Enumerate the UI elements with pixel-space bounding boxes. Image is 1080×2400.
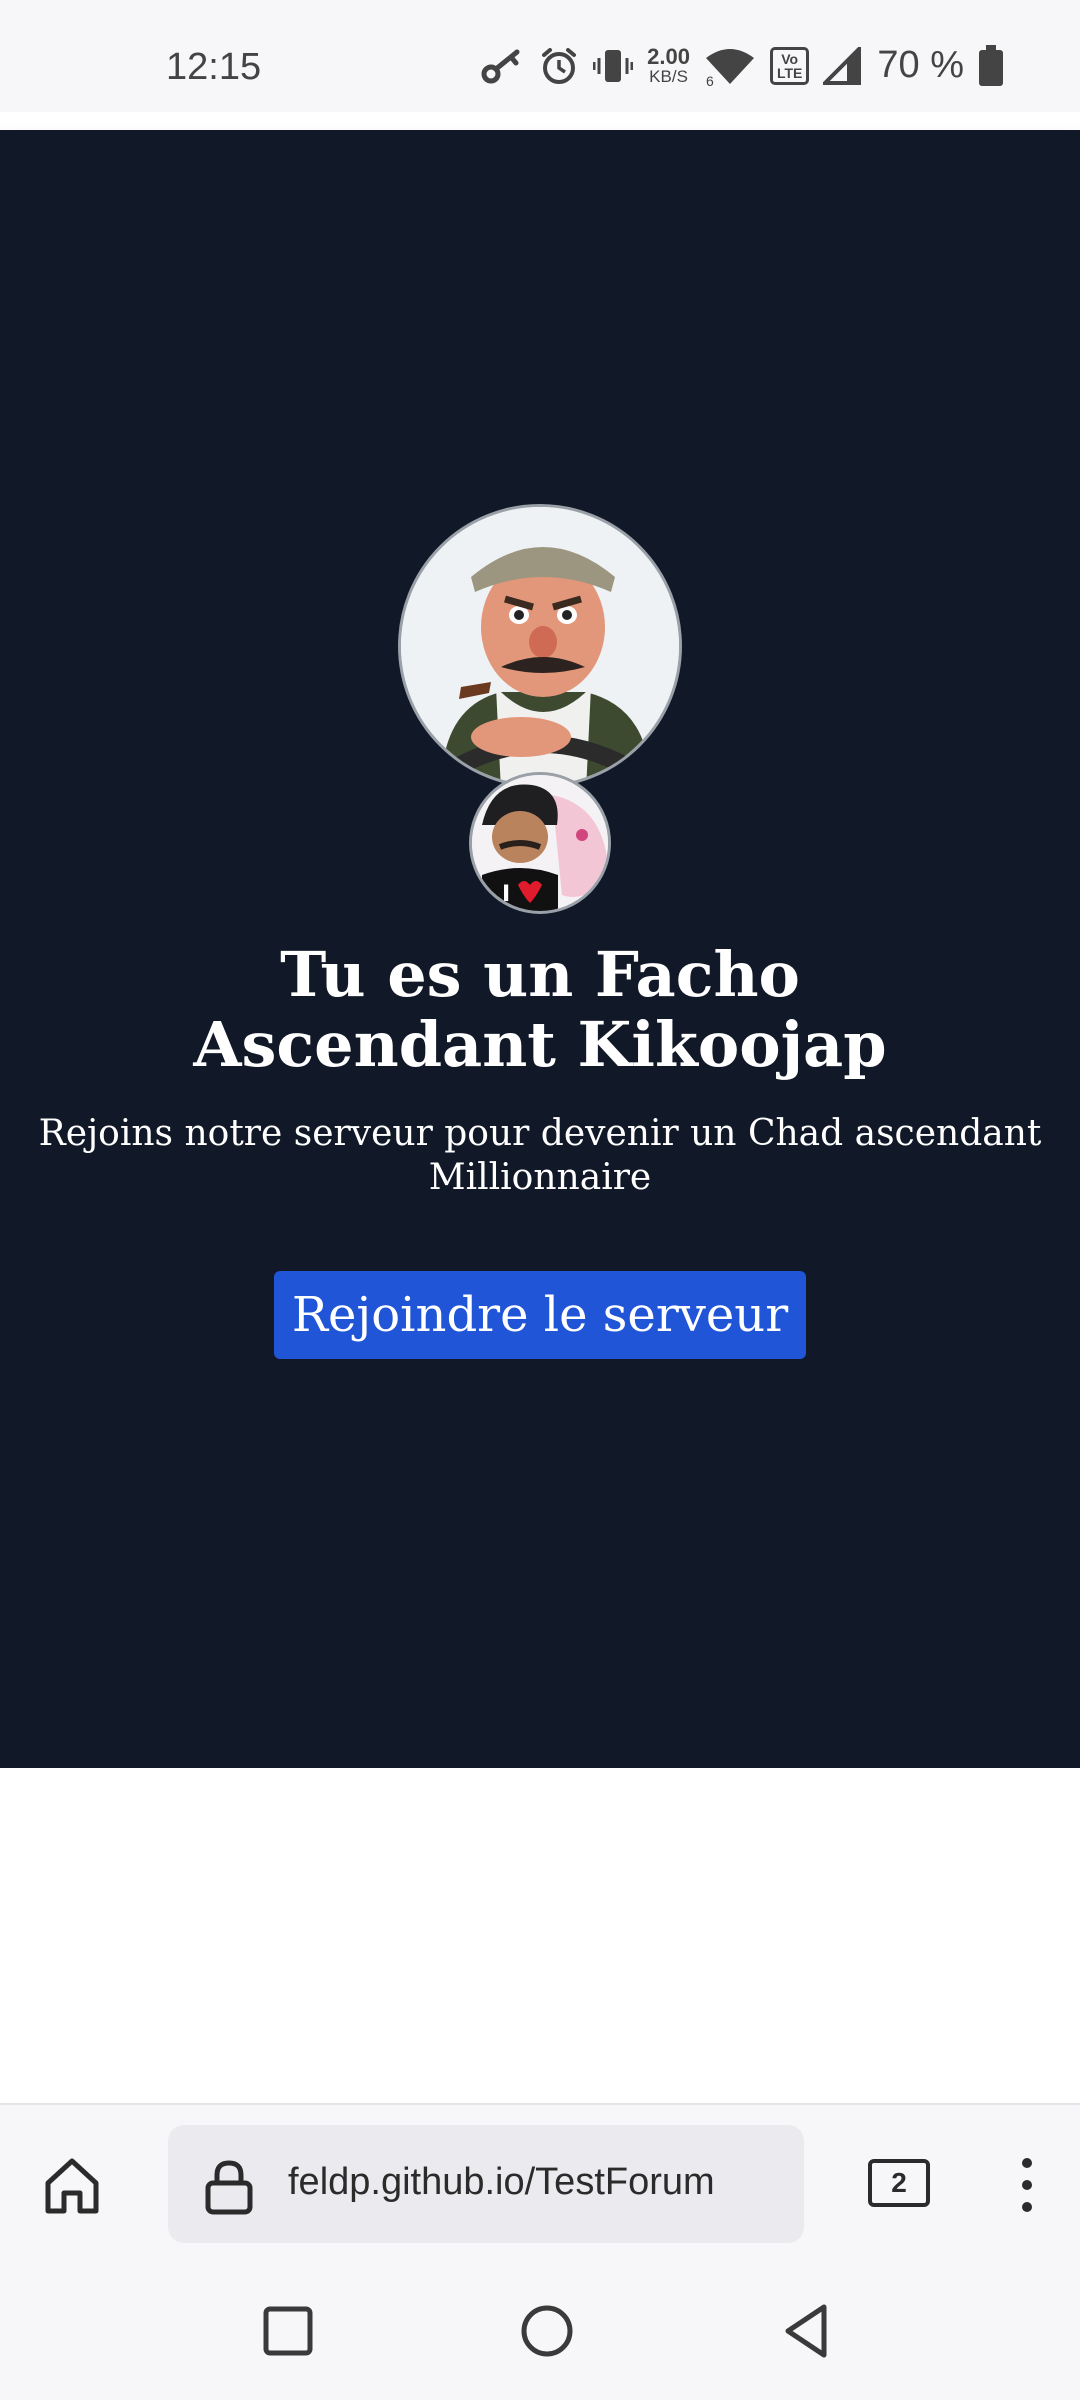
battery-icon bbox=[978, 44, 1004, 87]
page-title: Tu es un Facho Ascendant Kikoojap bbox=[0, 940, 1080, 1080]
more-menu-icon[interactable] bbox=[1012, 2153, 1042, 2217]
page-top-strip bbox=[0, 112, 1080, 130]
tabs-icon[interactable]: 2 bbox=[868, 2159, 930, 2207]
server-avatar bbox=[398, 504, 682, 788]
url-text[interactable]: feldp.github.io/TestForum bbox=[288, 2161, 715, 2204]
page-title-line-2: Ascendant Kikoojap bbox=[193, 1008, 887, 1081]
page-blank-area bbox=[0, 1768, 1080, 2103]
svg-text:I: I bbox=[502, 882, 510, 907]
lock-icon[interactable] bbox=[204, 2159, 254, 2215]
net-speed: 2.00 KB/S bbox=[647, 44, 690, 86]
recents-icon[interactable] bbox=[258, 2301, 318, 2361]
key-icon bbox=[481, 48, 525, 84]
signal-icon bbox=[823, 46, 863, 85]
url-bar[interactable]: feldp.github.io/TestForum bbox=[168, 2125, 804, 2243]
wifi-icon: 6 bbox=[704, 46, 756, 86]
status-bar: 12:15 2.00 KB/S 6 Vo LTE 70 % bbox=[0, 0, 1080, 112]
net-speed-unit: KB/S bbox=[649, 67, 688, 86]
join-server-button[interactable]: Rejoindre le serveur bbox=[274, 1271, 806, 1359]
home-circle-icon[interactable] bbox=[517, 2301, 577, 2361]
browser-toolbar: feldp.github.io/TestForum 2 bbox=[0, 2103, 1080, 2263]
cartoon-man-portrait bbox=[401, 507, 679, 785]
system-nav-bar bbox=[0, 2263, 1080, 2400]
status-time: 12:15 bbox=[166, 46, 262, 88]
home-icon[interactable] bbox=[40, 2153, 104, 2217]
back-icon[interactable] bbox=[776, 2301, 836, 2361]
svg-text:6: 6 bbox=[706, 73, 714, 86]
net-speed-value: 2.00 bbox=[647, 44, 690, 69]
battery-percent: 70 % bbox=[877, 44, 964, 86]
vibrate-icon bbox=[593, 46, 634, 86]
status-icons: 2.00 KB/S 6 Vo LTE 70 % bbox=[481, 44, 1004, 87]
volte-icon: Vo LTE bbox=[769, 46, 810, 85]
cartoon-fan-portrait: I bbox=[472, 775, 608, 911]
alarm-icon bbox=[539, 46, 579, 86]
page-subtitle: Rejoins notre serveur pour devenir un Ch… bbox=[38, 1113, 1042, 1198]
page-title-line-1: Tu es un Facho bbox=[280, 938, 800, 1011]
user-avatar: I bbox=[469, 772, 611, 914]
